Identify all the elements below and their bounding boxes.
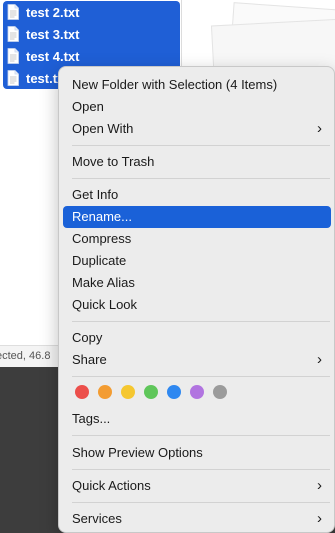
menu-item-new-folder-with-selection[interactable]: New Folder with Selection (4 Items) [63, 74, 331, 96]
menu-separator [72, 469, 330, 470]
menu-item-label: Duplicate [72, 253, 127, 268]
menu-item-rename[interactable]: Rename... [63, 206, 331, 228]
menu-item-label: New Folder with Selection (4 Items) [72, 77, 278, 92]
menu-item-tags[interactable]: Tags... [63, 408, 331, 430]
menu-item-label: Quick Look [72, 297, 138, 312]
screen: test 2.txt test 3.txt test 4.txt test.tx… [0, 0, 335, 533]
menu-item-move-to-trash[interactable]: Move to Trash [63, 151, 331, 173]
menu-item-open-with[interactable]: Open With › [63, 118, 331, 140]
file-row-test-2[interactable]: test 2.txt [3, 1, 180, 23]
tag-gray-dot[interactable] [213, 385, 227, 399]
chevron-right-icon: › [317, 351, 322, 368]
menu-item-get-info[interactable]: Get Info [63, 184, 331, 206]
menu-item-label: Show Preview Options [72, 445, 203, 460]
menu-item-label: Quick Actions [72, 478, 151, 493]
tag-red-dot[interactable] [75, 385, 89, 399]
menu-item-label: Share [72, 352, 107, 367]
menu-item-label: Services [72, 511, 122, 526]
menu-item-label: Open [72, 99, 104, 114]
file-name: test 2.txt [26, 4, 80, 20]
status-text: ected, 46.8 [0, 350, 51, 362]
file-name: test 4.txt [26, 48, 80, 64]
file-row-test-4[interactable]: test 4.txt [3, 45, 180, 67]
menu-item-label: Get Info [72, 187, 119, 202]
menu-item-label: Rename... [72, 209, 132, 224]
menu-item-label: Open With [72, 121, 134, 136]
menu-separator [72, 178, 330, 179]
tag-yellow-dot[interactable] [121, 385, 135, 399]
text-file-icon [7, 26, 19, 42]
menu-item-quick-look[interactable]: Quick Look [63, 294, 331, 316]
menu-item-label: Copy [72, 330, 103, 345]
menu-item-label: Make Alias [72, 275, 135, 290]
menu-item-quick-actions[interactable]: Quick Actions › [63, 475, 331, 497]
file-row-test-3[interactable]: test 3.txt [3, 23, 180, 45]
menu-separator [72, 376, 330, 377]
chevron-right-icon: › [317, 477, 322, 494]
menu-item-share[interactable]: Share › [63, 349, 331, 371]
menu-item-compress[interactable]: Compress [63, 228, 331, 250]
menu-item-label: Move to Trash [72, 154, 155, 169]
text-file-icon [7, 4, 19, 20]
menu-item-label: Tags... [72, 411, 111, 426]
menu-item-open[interactable]: Open [63, 96, 331, 118]
menu-item-show-preview-options[interactable]: Show Preview Options [63, 442, 331, 464]
menu-item-label: Compress [72, 231, 132, 246]
text-file-icon [7, 70, 19, 86]
text-file-icon [7, 48, 19, 64]
tag-purple-dot[interactable] [190, 385, 204, 399]
tag-blue-dot[interactable] [167, 385, 181, 399]
menu-separator [72, 435, 330, 436]
tag-green-dot[interactable] [144, 385, 158, 399]
menu-item-make-alias[interactable]: Make Alias [63, 272, 331, 294]
menu-item-duplicate[interactable]: Duplicate [63, 250, 331, 272]
menu-separator [72, 502, 330, 503]
tag-orange-dot[interactable] [98, 385, 112, 399]
context-menu: New Folder with Selection (4 Items) Open… [58, 66, 335, 533]
menu-item-services[interactable]: Services › [63, 508, 331, 530]
menu-separator [72, 145, 330, 146]
chevron-right-icon: › [317, 510, 322, 527]
file-name: test 3.txt [26, 26, 80, 42]
chevron-right-icon: › [317, 120, 322, 137]
menu-item-copy[interactable]: Copy [63, 327, 331, 349]
tag-color-row [75, 385, 227, 401]
menu-separator [72, 321, 330, 322]
